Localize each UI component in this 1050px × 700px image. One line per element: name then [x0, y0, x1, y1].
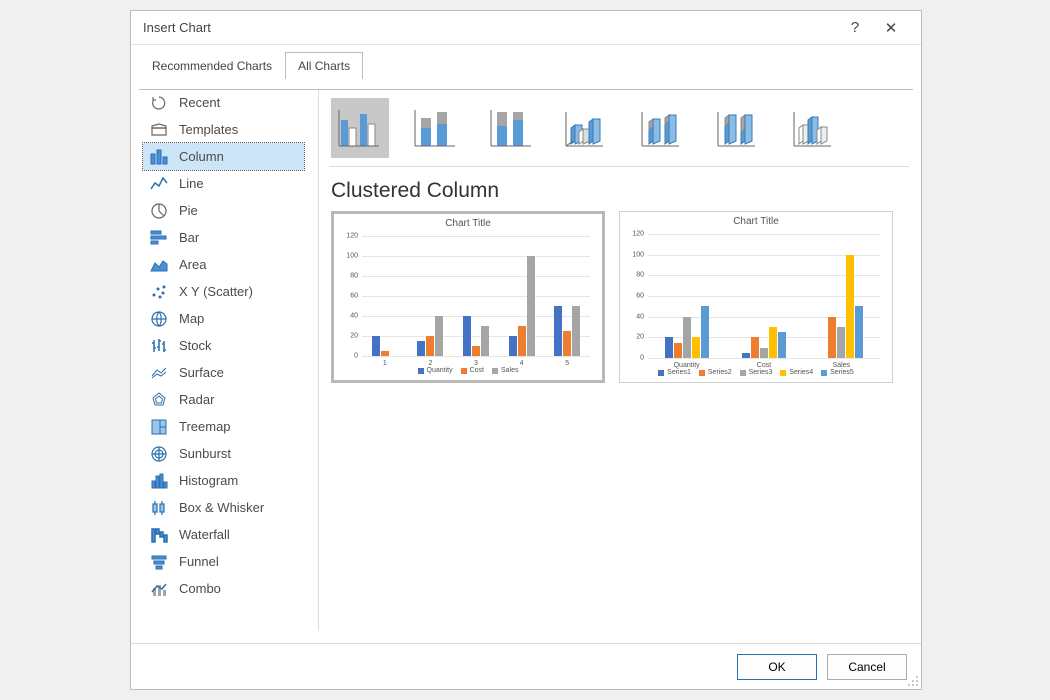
subtype-column-3d[interactable]	[787, 98, 845, 158]
category-label: Recent	[179, 95, 220, 110]
category-stock[interactable]: Stock	[143, 332, 304, 359]
stock-icon	[149, 336, 169, 356]
category-label: Pie	[179, 203, 198, 218]
radar-icon	[149, 390, 169, 410]
map-icon	[149, 309, 169, 329]
category-bar[interactable]: Bar	[143, 224, 304, 251]
insert-chart-dialog: Insert Chart ? ✕ Recommended Charts All …	[130, 10, 922, 690]
category-combo[interactable]: Combo	[143, 575, 304, 602]
scatter-icon	[149, 282, 169, 302]
recent-icon	[149, 93, 169, 113]
sunburst-icon	[149, 444, 169, 464]
category-label: Radar	[179, 392, 214, 407]
category-pie[interactable]: Pie	[143, 197, 304, 224]
chart-preview-title: Chart Title	[334, 214, 602, 233]
titlebar: Insert Chart ? ✕	[131, 11, 921, 45]
chart-legend: Series1Series2Series3Series4Series5	[620, 369, 892, 376]
subtype-stacked-column[interactable]	[407, 98, 465, 158]
chart-preview-1[interactable]: Chart Title 02040608010012012345 QuantityC…	[331, 211, 605, 383]
category-column[interactable]: Column	[143, 143, 304, 170]
category-waterfall[interactable]: Waterfall	[143, 521, 304, 548]
tab-all-charts[interactable]: All Charts	[285, 52, 363, 79]
funnel-icon	[149, 552, 169, 572]
category-label: Combo	[179, 581, 221, 596]
category-area[interactable]: Area	[143, 251, 304, 278]
templates-icon	[149, 120, 169, 140]
tab-recommended-charts[interactable]: Recommended Charts	[139, 52, 285, 79]
category-label: Treemap	[179, 419, 231, 434]
subtype-clustered-column-3d[interactable]	[559, 98, 617, 158]
column-icon	[149, 147, 169, 167]
category-label: Map	[179, 311, 204, 326]
pie-icon	[149, 201, 169, 221]
category-treemap[interactable]: Treemap	[143, 413, 304, 440]
waterfall-icon	[149, 525, 169, 545]
category-label: Waterfall	[179, 527, 230, 542]
close-button[interactable]: ✕	[873, 19, 909, 37]
category-label: Line	[179, 176, 204, 191]
subtype-row	[329, 89, 909, 167]
category-label: Histogram	[179, 473, 238, 488]
category-label: Templates	[179, 122, 238, 137]
category-sidebar: Recent Templates Column Line Pie Bar Area X Y (…	[143, 89, 308, 631]
category-label: Surface	[179, 365, 224, 380]
subtype-stacked-column-3d[interactable]	[635, 98, 693, 158]
subtype-stacked100-column-3d[interactable]	[711, 98, 769, 158]
subtype-stacked100-column[interactable]	[483, 98, 541, 158]
bar-icon	[149, 228, 169, 248]
chart-preview-title: Chart Title	[620, 212, 892, 231]
category-boxwhisker[interactable]: Box & Whisker	[143, 494, 304, 521]
subtype-name: Clustered Column	[329, 167, 909, 211]
category-label: Column	[179, 149, 224, 164]
surface-icon	[149, 363, 169, 383]
category-surface[interactable]: Surface	[143, 359, 304, 386]
category-label: X Y (Scatter)	[179, 284, 253, 299]
ok-button[interactable]: OK	[737, 654, 817, 680]
category-histogram[interactable]: Histogram	[143, 467, 304, 494]
combo-icon	[149, 579, 169, 599]
line-icon	[149, 174, 169, 194]
category-line[interactable]: Line	[143, 170, 304, 197]
dialog-body: Recent Templates Column Line Pie Bar Area X Y (…	[131, 79, 921, 643]
chart-preview-2[interactable]: Chart Title 020406080100120QuantityCostSa…	[619, 211, 893, 383]
chart-legend: QuantityCostSales	[334, 367, 602, 374]
category-radar[interactable]: Radar	[143, 386, 304, 413]
dialog-title: Insert Chart	[143, 20, 837, 35]
treemap-icon	[149, 417, 169, 437]
help-button[interactable]: ?	[837, 19, 873, 36]
category-funnel[interactable]: Funnel	[143, 548, 304, 575]
category-label: Box & Whisker	[179, 500, 264, 515]
resize-grip-icon[interactable]	[907, 675, 919, 687]
category-sunburst[interactable]: Sunburst	[143, 440, 304, 467]
area-icon	[149, 255, 169, 275]
category-scatter[interactable]: X Y (Scatter)	[143, 278, 304, 305]
category-label: Sunburst	[179, 446, 231, 461]
subtype-clustered-column[interactable]	[331, 98, 389, 158]
category-label: Stock	[179, 338, 212, 353]
plot-area: 020406080100120QuantityCostSales	[648, 234, 880, 358]
chart-previews: Chart Title 02040608010012012345 QuantityC…	[329, 211, 909, 383]
histogram-icon	[149, 471, 169, 491]
cancel-button[interactable]: Cancel	[827, 654, 907, 680]
category-label: Bar	[179, 230, 199, 245]
content-area: Clustered Column Chart Title 020406080100…	[329, 89, 909, 631]
category-label: Funnel	[179, 554, 219, 569]
plot-area: 02040608010012012345	[362, 236, 590, 356]
category-label: Area	[179, 257, 206, 272]
category-templates[interactable]: Templates	[143, 116, 304, 143]
tab-strip: Recommended Charts All Charts	[131, 45, 921, 79]
dialog-footer: OK Cancel	[131, 643, 921, 689]
category-map[interactable]: Map	[143, 305, 304, 332]
boxwhisker-icon	[149, 498, 169, 518]
category-recent[interactable]: Recent	[143, 89, 304, 116]
